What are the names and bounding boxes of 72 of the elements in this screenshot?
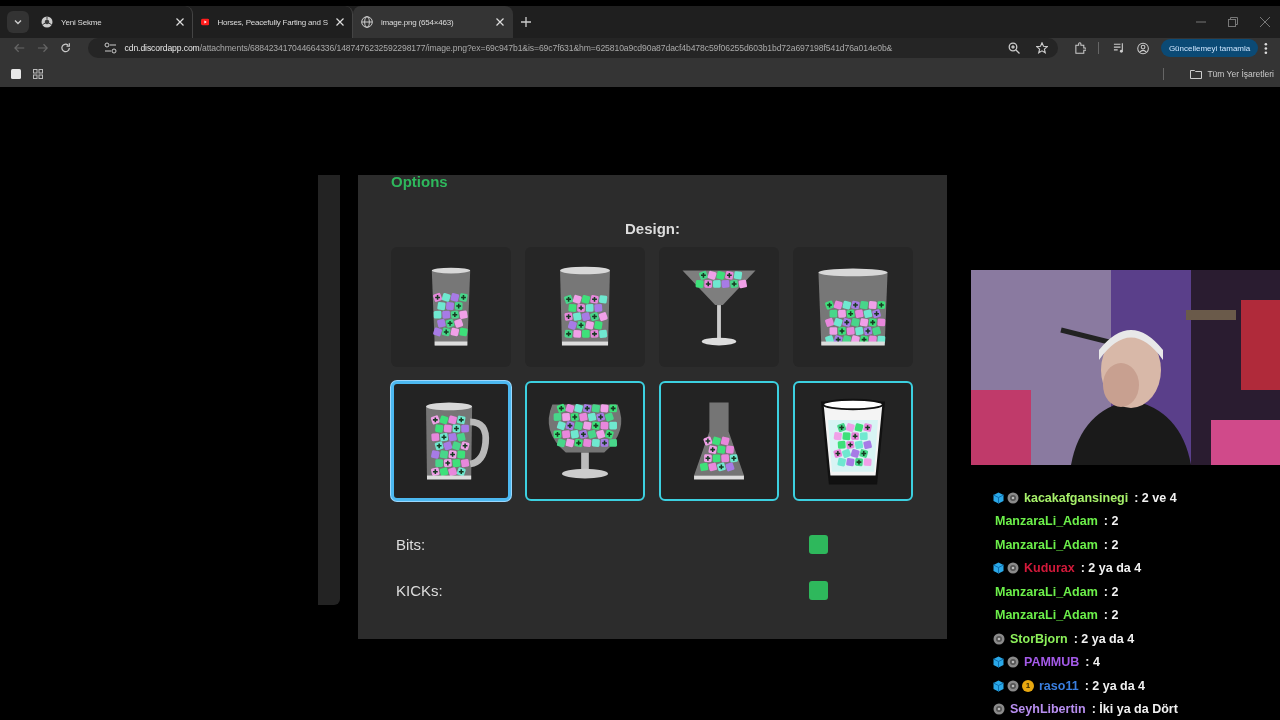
design-option[interactable] [525,247,645,367]
options-heading: Options [391,173,449,190]
cube-badge-icon [993,679,1004,692]
option-label: KICKs: [396,581,443,599]
caret-icon [13,17,23,27]
media-icon[interactable] [1112,42,1125,54]
chat-message: : 2 ve 4 [1134,490,1177,505]
emblem-badge-icon [1007,491,1019,504]
chat-username: SeyhLibertin [1010,702,1086,717]
close-tab-icon[interactable] [336,18,344,26]
browser-tab[interactable]: image.png (654×463) [353,6,513,38]
tab-search-button[interactable] [7,11,29,33]
address-bar[interactable]: cdn.discordapp.com/attachments/688423417044664336/1487476232592298177/image.png?ex=69c947b1&is=69c7f631&hm=625810a9cd90a87dacf4b478c59f06255d603b1bd72a697198f541d76a014e0b& [87,38,1058,58]
design-option[interactable] [391,247,511,367]
gift-badge: 1 [1022,679,1034,692]
cube-badge-icon [993,491,1004,504]
restore-icon[interactable] [1228,17,1238,27]
chat-username: ManzaraLi_Adam [995,514,1098,529]
folder-icon [1190,68,1203,79]
cube-badge-icon [993,656,1004,669]
page-icon[interactable] [11,68,21,79]
emblem-badge-icon [1007,562,1019,575]
chat-username: PAMMUB [1024,655,1080,670]
cube-badge-icon [993,562,1004,575]
chat-message: : 2 [1103,584,1119,599]
design-option[interactable] [659,247,779,367]
chat-message: : 2 ya da 4 [1073,631,1135,646]
chat-message: : 2 [1103,608,1119,623]
emblem-badge-icon [1007,679,1019,692]
checkbox[interactable] [809,580,828,600]
design-option[interactable] [793,247,913,367]
chat-message: : 2 [1103,514,1119,529]
chat-message: : 2 ya da 4 [1084,678,1146,693]
chat-message: : İki ya da Dört [1091,702,1178,717]
video-icon [201,16,210,28]
design-option[interactable] [659,381,779,501]
reload-icon[interactable] [60,42,72,54]
chat-username: Kudurax [1024,561,1075,576]
more-icon[interactable] [1264,41,1268,55]
emblem-badge-icon [993,703,1005,716]
design-label: Design: [624,220,681,237]
apps-grid-icon[interactable] [33,68,43,79]
zoom-icon[interactable] [1007,42,1020,54]
close-tab-icon[interactable] [496,18,504,26]
close-icon[interactable] [1260,17,1270,27]
close-tab-icon[interactable] [176,18,184,26]
chat-message: : 4 [1085,655,1100,670]
chat-username: StorBjorn [1010,631,1068,646]
option-label: Bits: [396,535,426,553]
chat-username: ManzaraLi_Adam [995,584,1098,599]
chat-username: raso11 [1039,678,1079,693]
bookmark-star-icon[interactable] [1035,42,1048,54]
update-button[interactable]: Güncellemeyi tamamla [1160,39,1259,57]
chat-message: : 2 [1103,537,1119,552]
url-text[interactable]: cdn.discordapp.com/attachments/688423417044664336/1487476232592298177/image.png?ex=69c947b1&is=69c7f631&hm=625810a9cd90a87dacf4b478c59f06255d603b1bd72a697198f541d76a014e0b& [124,43,992,53]
design-option[interactable] [525,381,645,501]
chat-username: ManzaraLi_Adam [995,608,1098,623]
emblem-badge-icon [993,632,1005,645]
new-tab-icon[interactable] [521,17,531,27]
emblem-badge-icon [1007,656,1019,669]
chat-username: kacakafgansinegi [1024,490,1129,505]
globe-icon [361,16,373,28]
design-option[interactable] [391,381,511,501]
profile-icon[interactable] [1136,41,1149,55]
all-bookmarks-link[interactable]: Tüm Yer İşaretleri [1190,68,1274,79]
chrome-icon [41,16,53,28]
checkbox[interactable] [809,534,828,554]
design-option[interactable] [793,381,913,501]
site-info-icon[interactable] [103,42,117,54]
extensions-icon[interactable] [1073,41,1086,55]
chat-message: : 2 ya da 4 [1080,561,1142,576]
chat-username: ManzaraLi_Adam [995,537,1098,552]
